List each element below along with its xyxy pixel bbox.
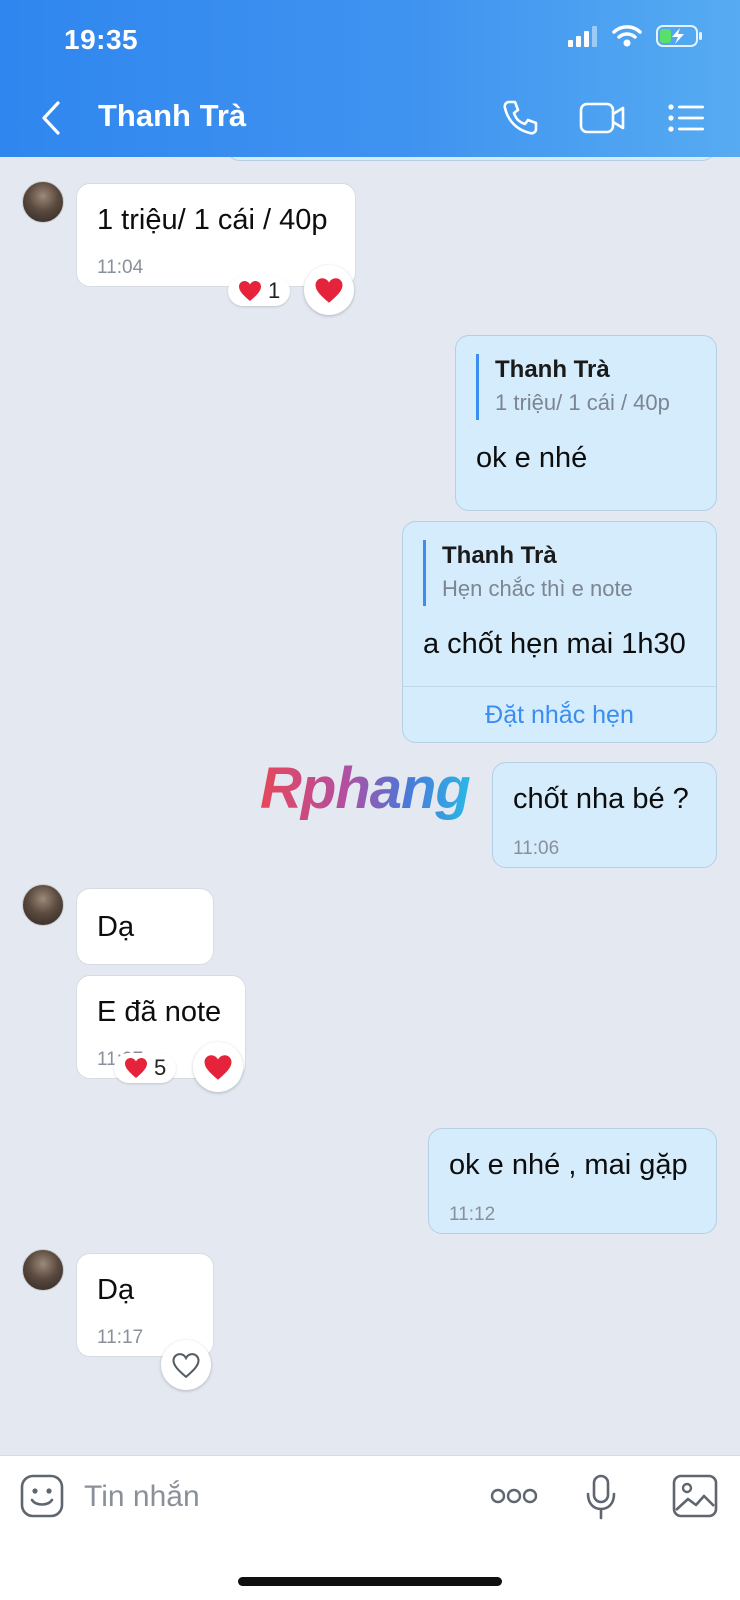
phone-icon: [503, 100, 538, 135]
voice-record-button[interactable]: [584, 1474, 618, 1525]
call-button[interactable]: [496, 96, 544, 140]
heart-icon: [204, 1054, 232, 1080]
react-button[interactable]: [193, 1042, 243, 1092]
chat-header: 19:35 Thanh Trà: [0, 0, 740, 157]
message-text: Dạ: [97, 911, 135, 943]
image-gallery-icon: [672, 1474, 718, 1518]
avatar[interactable]: [22, 884, 64, 926]
chat-menu-button[interactable]: [662, 96, 710, 140]
message-bubble-outgoing[interactable]: Thanh Trà 1 triệu/ 1 cái / 40p ok e nhé: [455, 335, 717, 511]
back-button[interactable]: [36, 98, 66, 138]
more-dots-icon: [490, 1488, 538, 1504]
quote-text: Hẹn chắc thì e note: [442, 576, 633, 601]
message-text: Dạ: [97, 1274, 135, 1306]
emoji-sticker-icon: [20, 1474, 64, 1518]
reaction-summary[interactable]: 1: [228, 276, 291, 306]
message-text: chốt nha bé ?: [513, 783, 689, 815]
reaction-count: 5: [154, 1055, 167, 1080]
message-bubble-outgoing[interactable]: chốt nha bé ? 11:06: [492, 762, 717, 868]
wifi-icon: [612, 25, 642, 47]
message-list[interactable]: 1 triệu/ 1 cái / 40p 11:04 1 Thanh Trà 1…: [0, 157, 740, 1455]
cellular-signal-icon: [568, 26, 597, 47]
reply-quote[interactable]: Thanh Trà Hẹn chắc thì e note: [423, 540, 633, 606]
react-button[interactable]: [304, 265, 354, 315]
message-text: E đã note: [97, 996, 222, 1028]
heart-icon: [125, 1058, 147, 1078]
message-time: 11:06: [513, 838, 560, 859]
message-input[interactable]: Tin nhắn: [84, 1480, 200, 1514]
set-reminder-button[interactable]: Đặt nhắc hẹn: [403, 686, 716, 742]
react-button[interactable]: [161, 1340, 211, 1390]
gallery-button[interactable]: [672, 1474, 718, 1523]
video-camera-icon: [579, 102, 625, 134]
message-time: 11:04: [97, 257, 144, 278]
contact-name[interactable]: Thanh Trà: [98, 98, 246, 134]
battery-charging-icon: [656, 25, 702, 47]
message-bubble-incoming[interactable]: Dạ: [76, 888, 214, 965]
quote-text: 1 triệu/ 1 cái / 40p: [495, 390, 670, 415]
message-text: a chốt hẹn mai 1h30: [423, 628, 686, 660]
quote-sender: Thanh Trà: [442, 542, 557, 569]
heart-icon: [315, 277, 343, 303]
quote-sender: Thanh Trà: [495, 356, 610, 383]
sticker-button[interactable]: [20, 1474, 64, 1523]
microphone-icon: [586, 1474, 616, 1520]
video-call-button[interactable]: [578, 96, 626, 140]
message-time: 11:17: [97, 1327, 144, 1348]
more-options-button[interactable]: [490, 1486, 538, 1511]
status-icons: [568, 24, 704, 48]
message-text: ok e nhé , mai gặp: [449, 1149, 688, 1181]
message-text: ok e nhé: [476, 442, 588, 474]
reaction-count: 1: [268, 278, 281, 303]
message-time: 11:12: [449, 1204, 496, 1225]
message-text: 1 triệu/ 1 cái / 40p: [97, 204, 328, 236]
status-time: 19:35: [64, 24, 139, 55]
watermark-logo: Rphang: [260, 756, 471, 821]
avatar[interactable]: [22, 1249, 64, 1291]
home-indicator[interactable]: [238, 1577, 502, 1586]
reply-quote[interactable]: Thanh Trà 1 triệu/ 1 cái / 40p: [476, 354, 670, 420]
heart-icon: [239, 281, 261, 301]
message-bubble-outgoing[interactable]: ok e nhé , mai gặp 11:12: [428, 1128, 717, 1234]
reaction-summary[interactable]: 5: [114, 1053, 177, 1083]
previous-message-bubble[interactable]: [226, 157, 716, 161]
message-bubble-outgoing[interactable]: Thanh Trà Hẹn chắc thì e note a chốt hẹn…: [402, 521, 717, 743]
heart-outline-icon: [172, 1352, 200, 1378]
list-menu-icon: [668, 104, 704, 132]
chevron-left-icon: [42, 101, 60, 135]
avatar[interactable]: [22, 181, 64, 223]
